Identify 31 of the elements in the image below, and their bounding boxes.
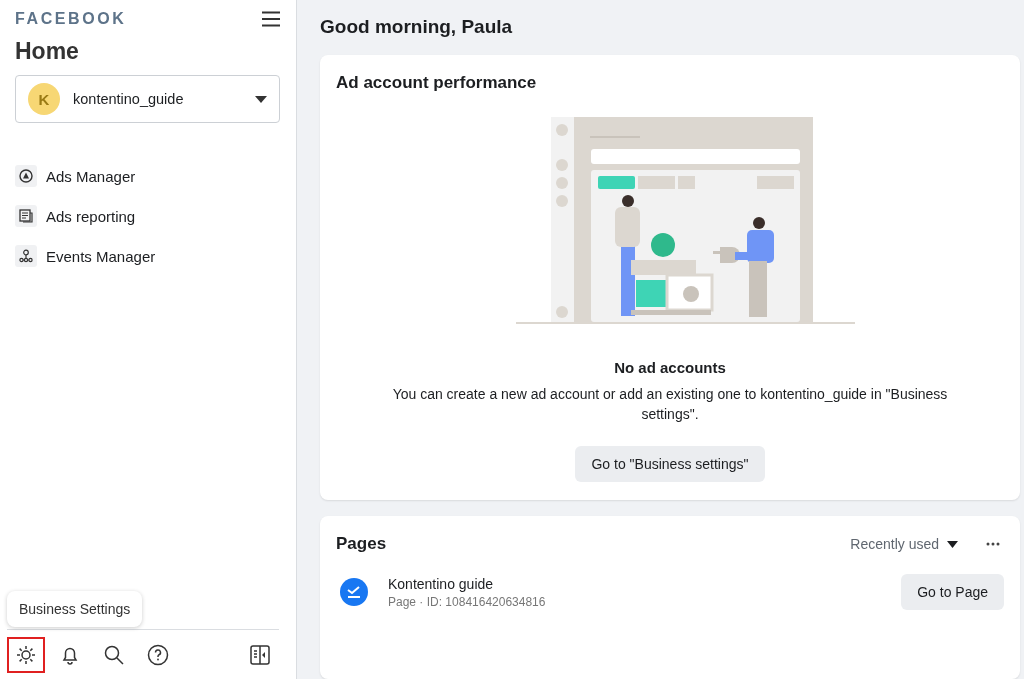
nav-link[interactable]: Ads reporting xyxy=(15,205,281,227)
caret-icon xyxy=(255,95,267,103)
page-title: Home xyxy=(15,38,79,65)
business-settings-button[interactable]: Go to "Business settings" xyxy=(575,446,765,482)
toolbar-button[interactable] xyxy=(7,636,45,673)
tooltip: Business Settings xyxy=(7,591,143,627)
sort-dropdown[interactable]: Recently used xyxy=(844,535,964,553)
nav-label: Events Manager xyxy=(46,247,156,265)
nav-label: Ads Manager xyxy=(46,167,136,185)
menu-icon[interactable] xyxy=(261,11,281,27)
more-icon xyxy=(986,542,1000,546)
nav-label: Ads reporting xyxy=(46,207,136,225)
page-check-icon xyxy=(340,578,368,606)
account-selector[interactable]: K kontentino_guide xyxy=(15,75,280,123)
card-title: Pages xyxy=(336,534,387,554)
panel-toggle-icon xyxy=(250,644,270,665)
brand-wordmark: FACEBOOK xyxy=(15,10,127,28)
search-icon xyxy=(103,643,125,666)
caret-icon xyxy=(947,540,958,548)
nav-link[interactable]: Events Manager xyxy=(15,245,281,267)
empty-text: You can create a new ad account or add an existing one to kontentino_guide in "Business settings". xyxy=(391,385,949,424)
greeting: Good morning, Paula xyxy=(320,16,514,38)
page-meta: Page · ID: 108416420634816 xyxy=(388,594,546,609)
card-title: Ad account performance xyxy=(336,73,538,93)
go-to-page-button[interactable]: Go to Page xyxy=(901,574,1004,610)
nav-link[interactable]: Ads Manager xyxy=(15,165,281,187)
settings-icon xyxy=(15,643,37,666)
empty-title: No ad accounts xyxy=(614,359,726,376)
page-name: Kontentino guide xyxy=(388,575,495,592)
account-avatar: K xyxy=(28,83,60,115)
help-icon xyxy=(147,643,169,666)
